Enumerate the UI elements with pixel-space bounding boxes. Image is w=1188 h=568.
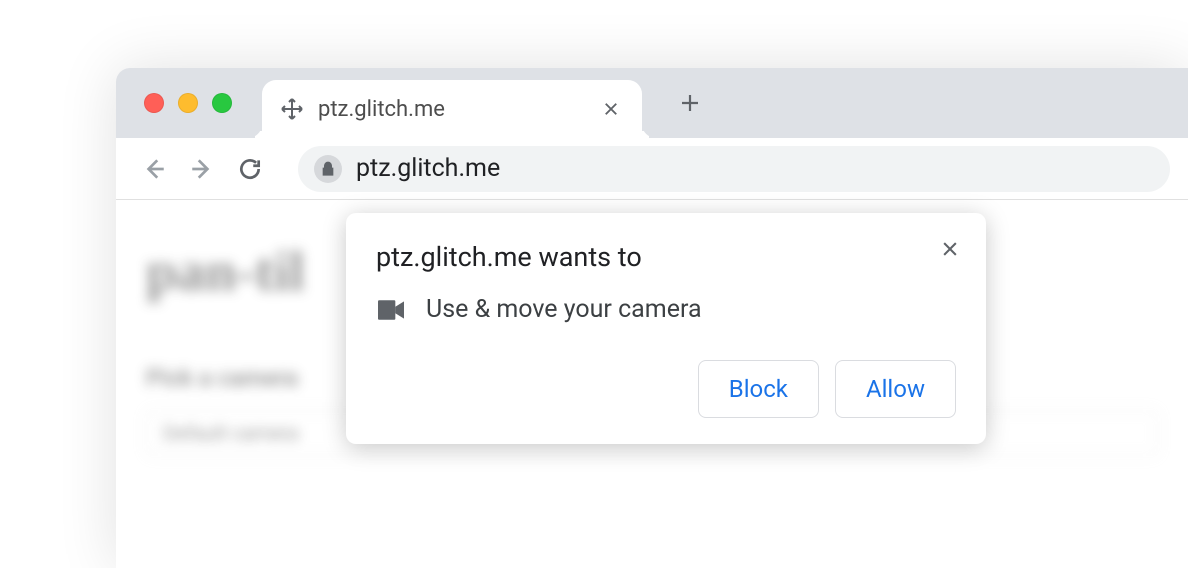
prompt-permission-row: Use & move your camera: [378, 295, 956, 324]
permission-text: Use & move your camera: [426, 295, 702, 324]
tab-bar: ptz.glitch.me: [116, 68, 1188, 138]
back-button[interactable]: [134, 149, 174, 189]
reload-button[interactable]: [230, 149, 270, 189]
url-text: ptz.glitch.me: [356, 154, 500, 183]
lock-icon[interactable]: [314, 155, 342, 183]
forward-button[interactable]: [182, 149, 222, 189]
browser-tab[interactable]: ptz.glitch.me: [262, 80, 642, 138]
toolbar: ptz.glitch.me: [116, 138, 1188, 200]
camera-icon: [378, 300, 404, 320]
new-tab-button[interactable]: [670, 83, 710, 123]
permission-prompt: ptz.glitch.me wants to Use & move your c…: [346, 213, 986, 444]
tab-title: ptz.glitch.me: [318, 97, 584, 122]
window-close-button[interactable]: [144, 93, 164, 113]
prompt-buttons: Block Allow: [376, 360, 956, 418]
block-button[interactable]: Block: [698, 360, 819, 418]
prompt-title: ptz.glitch.me wants to: [376, 241, 956, 273]
move-icon: [280, 97, 304, 121]
window-minimize-button[interactable]: [178, 93, 198, 113]
browser-window: ptz.glitch.me: [116, 68, 1188, 568]
address-bar[interactable]: ptz.glitch.me: [298, 146, 1170, 192]
prompt-close-button[interactable]: [934, 233, 966, 265]
window-controls: [144, 93, 232, 113]
tab-close-button[interactable]: [598, 96, 624, 122]
allow-button[interactable]: Allow: [835, 360, 956, 418]
window-maximize-button[interactable]: [212, 93, 232, 113]
